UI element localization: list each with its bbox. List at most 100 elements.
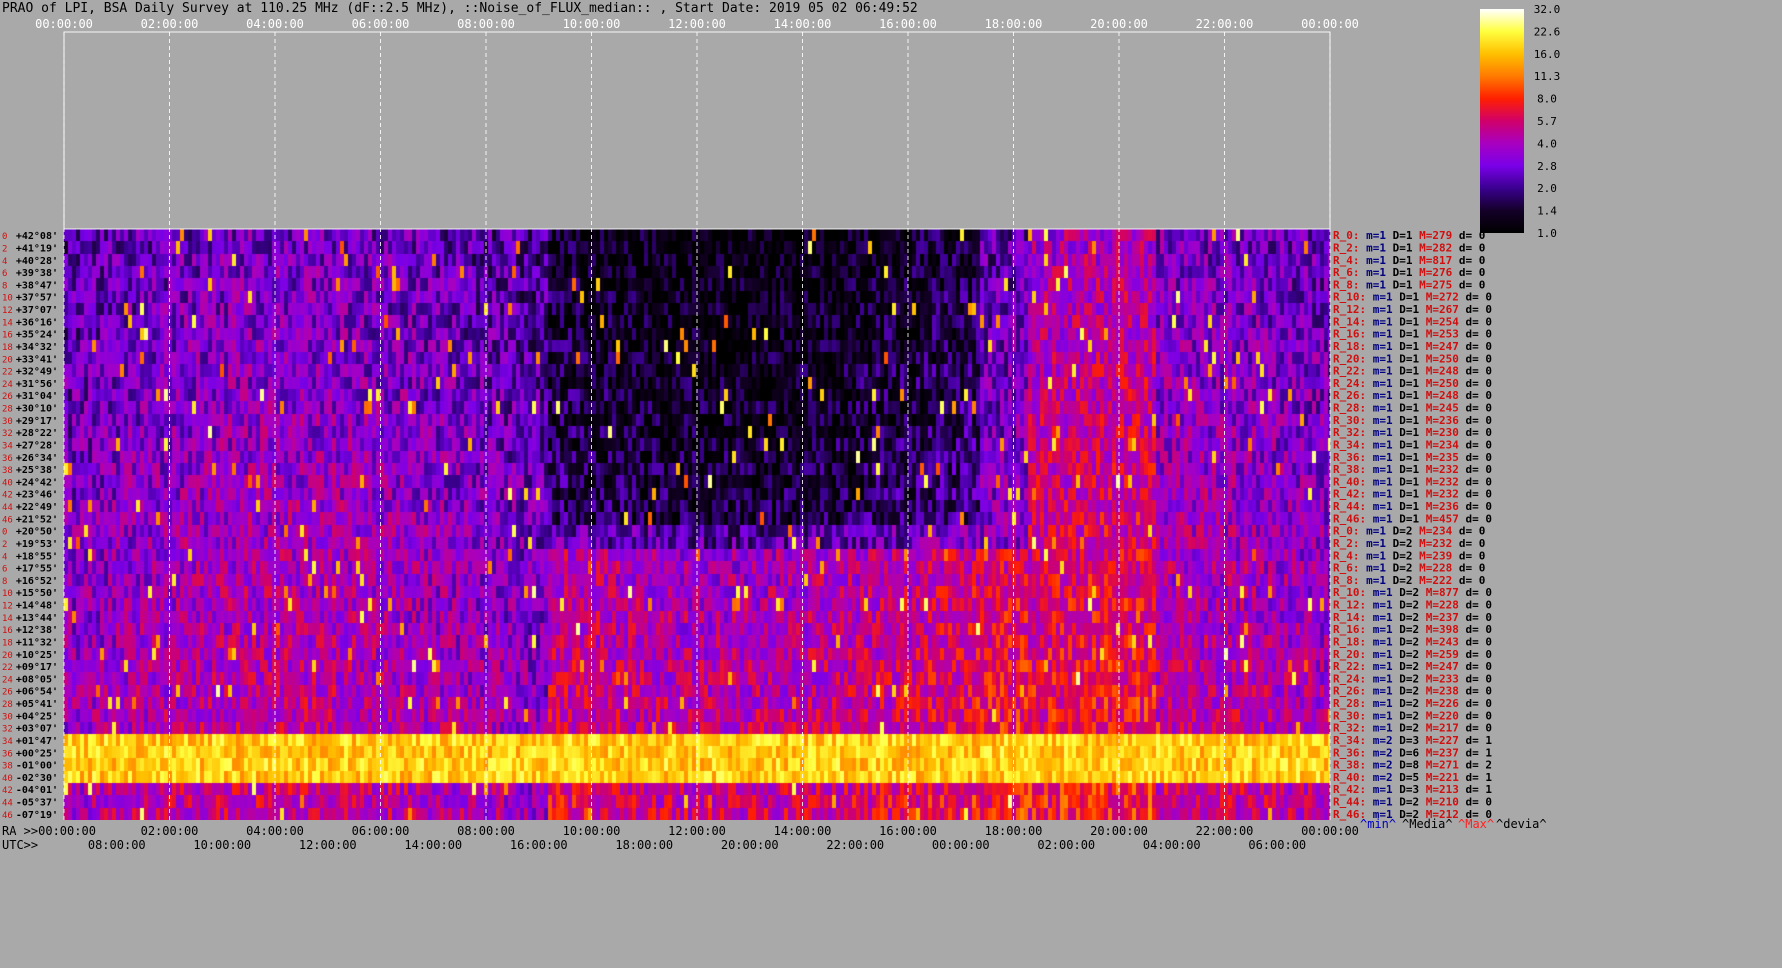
stat-field: m=1: [1366, 623, 1393, 636]
stat-field: M=236: [1419, 414, 1459, 427]
declination-label: +21°52': [16, 514, 58, 525]
row-index-label: 18: [2, 343, 13, 353]
declination-label: +19°53': [16, 539, 58, 550]
stat-field: R_24:: [1333, 377, 1366, 390]
stat-row: R_36: m=2 D=6 M=237 d= 1: [1333, 746, 1492, 759]
row-index-label: 14: [2, 614, 13, 624]
stat-row: R_16: m=1 D=1 M=253 d= 0: [1333, 328, 1492, 341]
stat-field: R_26:: [1333, 685, 1366, 698]
stat-field: d= 2: [1459, 759, 1492, 772]
stat-field: M=398: [1419, 623, 1459, 636]
row-index-label: 8: [2, 577, 7, 587]
row-index-label: 12: [2, 306, 13, 316]
declination-label: +13°44': [16, 613, 58, 624]
stat-field: d= 0: [1459, 635, 1492, 648]
row-index-label: 28: [2, 405, 13, 415]
stat-field: d= 0: [1459, 685, 1492, 698]
row-index-label: 40: [2, 774, 13, 784]
stat-field: R_26:: [1333, 389, 1366, 402]
row-index-label: 42: [2, 786, 13, 796]
row-index-label: 36: [2, 749, 13, 759]
stat-field: D=1: [1386, 278, 1413, 291]
stat-field: d= 0: [1452, 525, 1485, 538]
utc-tick-label: 22:00:00: [826, 838, 884, 852]
stat-field: d= 0: [1459, 796, 1492, 809]
declination-label: +17°55': [16, 564, 58, 575]
stat-field: d= 0: [1452, 241, 1485, 254]
stat-field: R_2:: [1333, 241, 1360, 254]
stat-field: D=2: [1393, 685, 1420, 698]
declination-label: -04°01': [16, 785, 58, 796]
stat-field: d= 0: [1459, 303, 1492, 316]
declination-label: +41°19': [16, 243, 58, 254]
row-index-label: 6: [2, 269, 7, 279]
stat-field: R_42:: [1333, 488, 1366, 501]
stat-field: d= 0: [1459, 402, 1492, 415]
declination-label: +03°07': [16, 724, 58, 735]
top-tick-label: 00:00:00: [1301, 17, 1359, 31]
utc-tick-label: 00:00:00: [932, 838, 990, 852]
row-index-label: 40: [2, 478, 13, 488]
stat-field: R_38:: [1333, 463, 1366, 476]
row-index-label: 2: [2, 540, 7, 550]
ra-tick-label: 08:00:00: [457, 824, 515, 838]
stat-field: D=1: [1393, 463, 1420, 476]
stat-field: m=1: [1366, 365, 1393, 378]
stat-field: m=1: [1366, 414, 1393, 427]
stat-field: m=1: [1360, 574, 1387, 587]
stat-field: D=1: [1393, 352, 1420, 365]
stat-field: R_14:: [1333, 611, 1366, 624]
stat-field: d= 0: [1459, 697, 1492, 710]
stat-field: R_18:: [1333, 635, 1366, 648]
stat-row: R_26: m=1 D=1 M=248 d= 0: [1333, 389, 1492, 402]
stat-field: R_6:: [1333, 562, 1360, 575]
stat-field: M=282: [1413, 241, 1453, 254]
top-tick-label: 00:00:00: [35, 17, 93, 31]
row-index-label: 24: [2, 675, 13, 685]
row-index-label: 44: [2, 799, 13, 809]
declination-label: -01°00': [16, 761, 58, 772]
top-tick-label: 22:00:00: [1196, 17, 1254, 31]
stat-field: R_44:: [1333, 796, 1366, 809]
stat-field: R_34:: [1333, 734, 1366, 747]
stat-field: D=6: [1393, 746, 1420, 759]
declination-label: +38°47': [16, 280, 58, 291]
declination-label: +24°42': [16, 477, 58, 488]
stat-field: d= 0: [1459, 315, 1492, 328]
stat-field: d= 0: [1459, 451, 1492, 464]
declination-label: +20°50': [16, 527, 58, 538]
stat-field: R_44:: [1333, 500, 1366, 513]
stat-row: R_6: m=1 D=2 M=228 d= 0: [1333, 562, 1485, 575]
stat-field: D=1: [1393, 488, 1420, 501]
stat-row: R_42: m=1 D=3 M=213 d= 1: [1333, 783, 1492, 796]
stat-field: D=1: [1393, 402, 1420, 415]
stat-field: d= 0: [1452, 562, 1485, 575]
stat-field: D=2: [1386, 549, 1413, 562]
stat-field: m=1: [1366, 599, 1393, 612]
stat-field: m=1: [1366, 635, 1393, 648]
ra-tick-label: 22:00:00: [1196, 824, 1254, 838]
row-index-label: 14: [2, 318, 13, 328]
stat-field: D=1: [1393, 365, 1420, 378]
stat-row: R_28: m=1 D=1 M=245 d= 0: [1333, 402, 1492, 415]
stat-row: R_46: m=1 D=1 M=457 d= 0: [1333, 512, 1492, 525]
row-index-label: 44: [2, 503, 13, 513]
stat-field: M=272: [1419, 291, 1459, 304]
stat-field: R_12:: [1333, 599, 1366, 612]
row-index-label: 20: [2, 651, 13, 661]
top-tick-label: 10:00:00: [563, 17, 621, 31]
stat-row: R_2: m=1 D=1 M=282 d= 0: [1333, 241, 1485, 254]
stat-field: m=2: [1366, 734, 1393, 747]
ra-tick-label: 04:00:00: [246, 824, 304, 838]
stat-field: m=1: [1366, 697, 1393, 710]
stat-field: m=1: [1366, 315, 1393, 328]
stat-field: D=1: [1393, 512, 1420, 525]
footer-legend-label: ^Max^: [1458, 817, 1494, 831]
declination-label: +09°17': [16, 662, 58, 673]
row-index-label: 22: [2, 663, 13, 673]
stat-field: m=2: [1366, 759, 1393, 772]
stat-field: M=210: [1419, 796, 1459, 809]
stat-field: m=1: [1366, 426, 1393, 439]
stat-field: d= 0: [1459, 586, 1492, 599]
utc-tick-label: 12:00:00: [299, 838, 357, 852]
